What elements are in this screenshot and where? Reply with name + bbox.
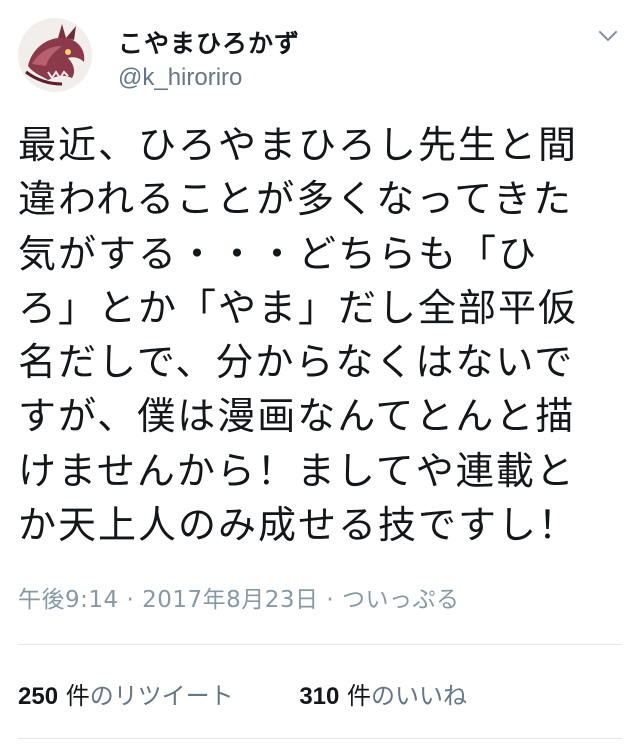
avatar[interactable] <box>18 18 92 92</box>
retweet-label: のリツイート <box>89 682 234 710</box>
tweet-text-line: ろ」とか「やま」だし全部平仮 <box>18 285 579 330</box>
divider <box>18 738 622 739</box>
client-source-link[interactable]: ついっぷる <box>342 587 460 613</box>
retweet-unit: 件 <box>65 682 90 710</box>
tweet-text-line: すが、僕は漫画なんてとんと描 <box>18 394 576 439</box>
tweet-text: 最近、ひろやまひろし先生と間 違われることが多くなってきた 気がする・・・どちら… <box>18 118 622 552</box>
meta-separator: · <box>326 587 335 613</box>
chevron-down-icon[interactable] <box>594 22 622 50</box>
tweet-metadata: 午後9:14 · 2017年8月23日 · ついっぷる <box>18 580 459 614</box>
meta-separator: · <box>126 587 135 613</box>
retweet-number: 250 <box>18 683 59 710</box>
tweet-text-line: 違われることが多くなってきた <box>18 177 574 222</box>
like-unit: 件 <box>347 682 372 710</box>
tweet-date[interactable]: 2017年8月23日 <box>142 587 318 613</box>
tweet-text-line: 最近、ひろやまひろし先生と間 <box>18 123 579 167</box>
tweet-text-line: か天上人のみ成せる技ですし！ <box>18 503 579 548</box>
display-name[interactable]: こやまひろかず <box>118 24 300 60</box>
avatar-dragon-image <box>18 18 92 92</box>
like-count[interactable]: 310 件のいいね <box>299 676 467 711</box>
tweet-stats: 250 件のリツイート 310 件のいいね <box>18 676 525 711</box>
retweet-count[interactable]: 250 件のリツイート <box>18 676 234 711</box>
tweet-time[interactable]: 午後9:14 <box>18 587 119 613</box>
like-number: 310 <box>299 683 340 710</box>
user-handle[interactable]: @k_hiroriro <box>118 64 242 92</box>
tweet-text-line: けませんから！ましてや連載と <box>18 448 576 493</box>
tweet-header: こやまひろかず @k_hiroriro <box>18 18 622 98</box>
tweet-text-line: 気がする・・・どちらも「ひ <box>18 231 539 276</box>
tweet-text-line: 名だしで、分からなくはないで <box>18 340 575 385</box>
like-label: のいいね <box>371 682 468 710</box>
divider <box>18 644 622 645</box>
